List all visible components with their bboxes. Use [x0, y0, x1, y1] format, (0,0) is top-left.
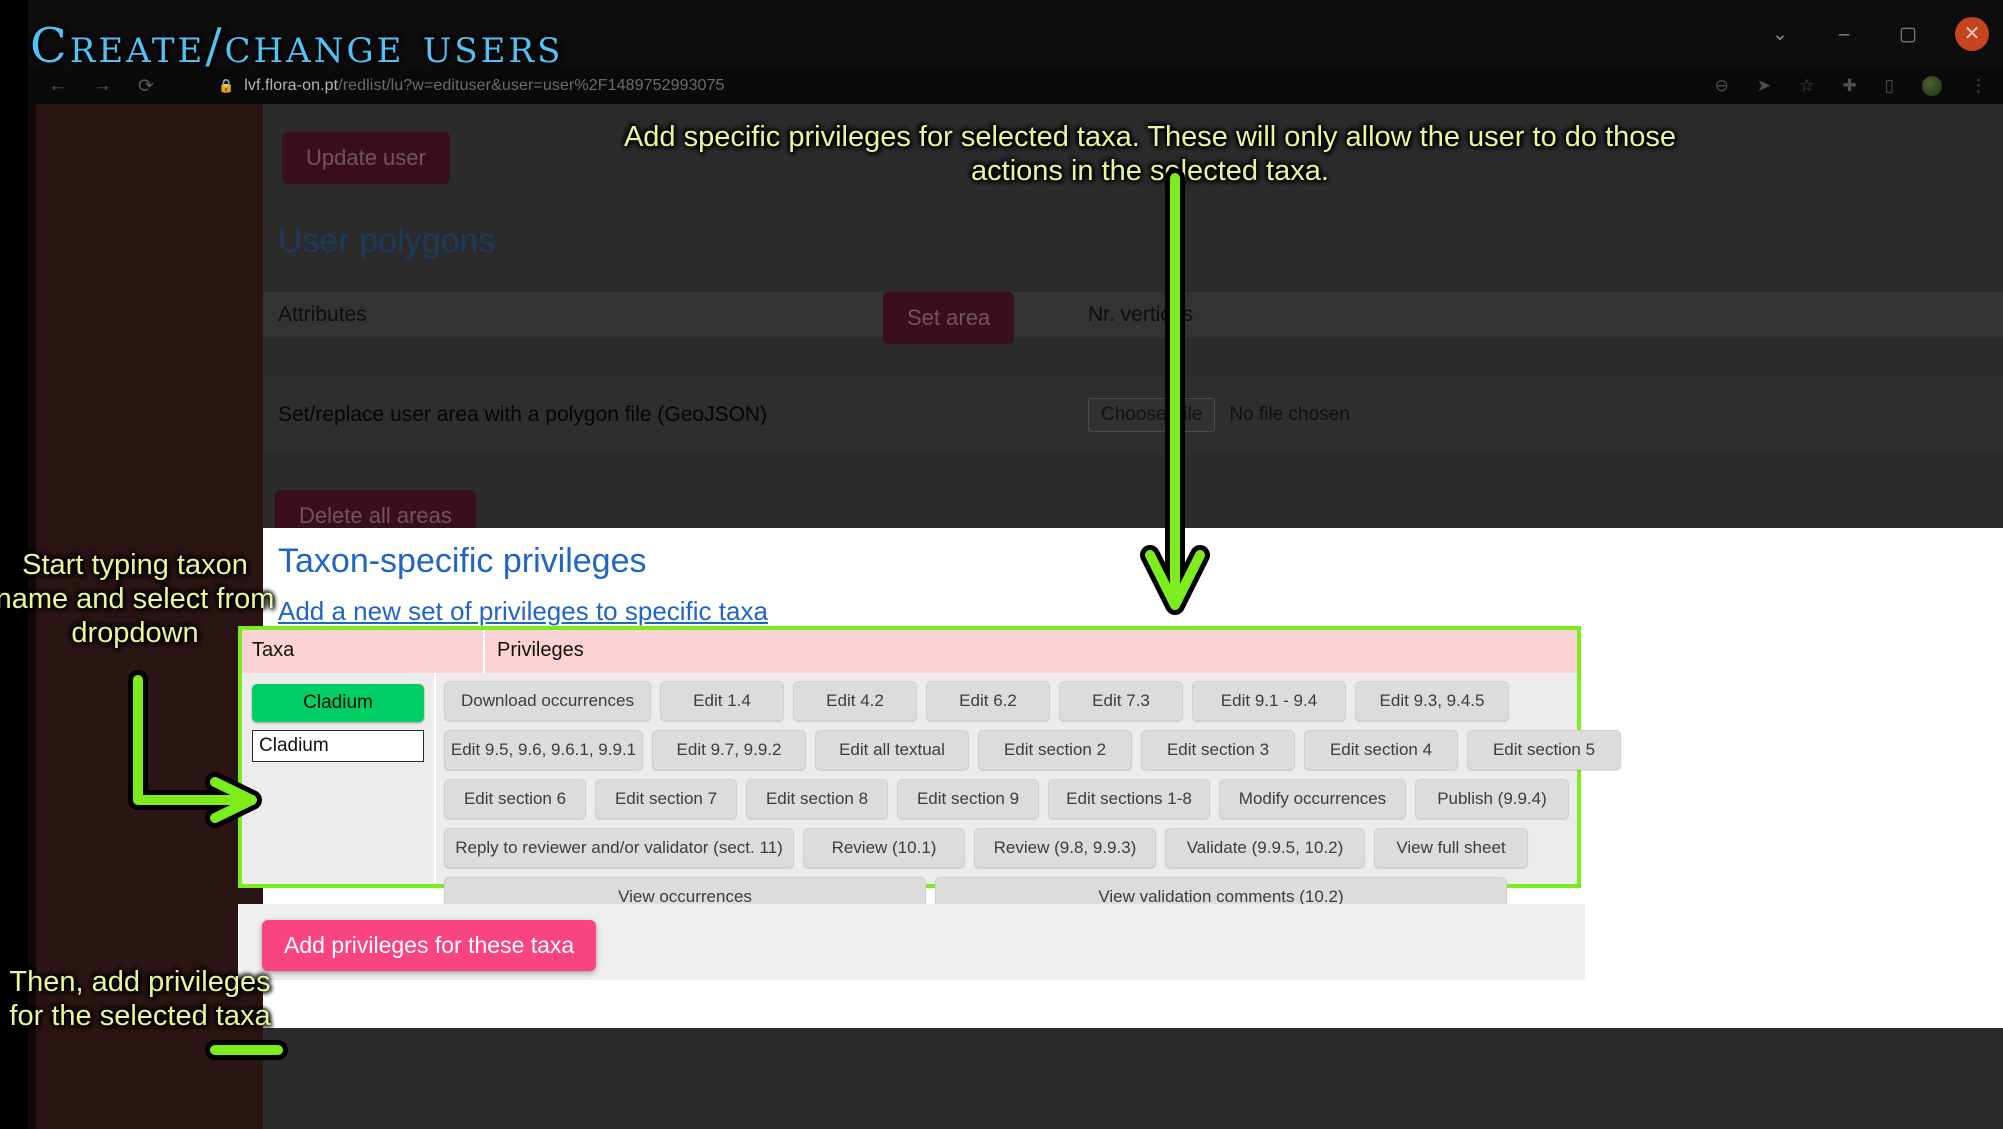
- privilege-button[interactable]: Edit section 8: [746, 779, 888, 819]
- privilege-button[interactable]: Publish (9.9.4): [1415, 779, 1569, 819]
- update-user-button[interactable]: Update user: [282, 132, 450, 184]
- url-host: lvf.flora-on.pt: [244, 77, 339, 94]
- privileges-card: Taxa Privileges Cladium Download occurre…: [238, 626, 1621, 917]
- page-viewport: Update user User polygons Attributes Nr.…: [28, 104, 2003, 1129]
- privilege-button[interactable]: Validate (9.9.5, 10.2): [1165, 828, 1365, 868]
- privilege-button[interactable]: Edit 1.4: [660, 681, 784, 721]
- privileges-column: Download occurrences Edit 1.4 Edit 4.2 Edit…: [436, 673, 1629, 917]
- privilege-button[interactable]: View full sheet: [1374, 828, 1528, 868]
- menu-icon[interactable]: ⋮: [1970, 76, 1987, 96]
- page-left-edge: [28, 104, 36, 1129]
- taxon-search-input[interactable]: [252, 730, 424, 762]
- privilege-button[interactable]: Review (10.1): [803, 828, 965, 868]
- toolbar-right-icons: ⊖ ➤ ☆ ✚ ▯ ⋮: [1715, 68, 1987, 104]
- privilege-button[interactable]: Edit section 7: [595, 779, 737, 819]
- page-left-rail: [28, 104, 263, 1129]
- lock-icon: 🔒: [218, 78, 235, 93]
- privilege-button[interactable]: Reply to reviewer and/or validator (sect…: [444, 828, 794, 868]
- add-privilege-set-link[interactable]: Add a new set of privileges to specific …: [278, 596, 768, 627]
- user-polygons-table: Attributes Nr. vertices Set/replace user…: [263, 292, 2003, 454]
- privilege-button[interactable]: Edit all textual: [815, 730, 969, 770]
- privilege-button[interactable]: Edit 7.3: [1059, 681, 1183, 721]
- minimize-button[interactable]: –: [1827, 17, 1861, 51]
- privilege-button[interactable]: Edit section 9: [897, 779, 1039, 819]
- add-privileges-bar: Add privileges for these taxa: [238, 904, 1585, 980]
- page-content: Update user User polygons Attributes Nr.…: [238, 104, 2003, 1129]
- maximize-button[interactable]: ▢: [1891, 17, 1925, 51]
- privileges-body: Cladium Download occurrencesEdit 1.4Edit…: [242, 673, 1621, 917]
- privilege-button[interactable]: Edit 9.1 - 9.4: [1192, 681, 1346, 721]
- taxon-privileges-section: Taxon-specific privileges Add a new set …: [238, 528, 2003, 1028]
- browser-toolbar: ← → ⟳ 🔒 lvf.flora-on.pt/redlist/lu?w=edi…: [28, 68, 2003, 104]
- privilege-button[interactable]: Edit 9.3, 9.4.5: [1355, 681, 1509, 721]
- forward-icon[interactable]: →: [93, 75, 112, 97]
- privilege-row: Download occurrences Edit 1.4 Edit 4.2 Edit…: [444, 681, 1621, 721]
- close-button[interactable]: ✕: [1955, 17, 1989, 51]
- reload-icon[interactable]: ⟳: [138, 75, 154, 98]
- send-icon[interactable]: ➤: [1757, 76, 1771, 96]
- privilege-button[interactable]: Edit section 3: [1141, 730, 1295, 770]
- url-path: /redlist/lu?w=edituser&user=user%2F14897…: [338, 77, 725, 94]
- table-row: Set/replace user area with a polygon fil…: [263, 292, 2003, 454]
- privilege-button[interactable]: Edit section 5: [1467, 730, 1621, 770]
- privilege-button[interactable]: Modify occurrences: [1219, 779, 1406, 819]
- privilege-button[interactable]: Review (9.8, 9.9.3): [974, 828, 1156, 868]
- file-input-cell: Choose File No file chosen Set area: [883, 292, 1350, 432]
- privileges-header-row: Taxa Privileges: [242, 630, 1577, 673]
- privilege-button[interactable]: Edit section 2: [978, 730, 1132, 770]
- taxon-chip-cladium[interactable]: Cladium: [252, 684, 424, 722]
- privilege-row: Edit 9.5, 9.6, 9.6.1, 9.9.1 Edit 9.7, 9.9…: [444, 730, 1621, 770]
- back-icon[interactable]: ←: [48, 75, 67, 97]
- privilege-button[interactable]: Edit 6.2: [926, 681, 1050, 721]
- column-header-privileges: Privileges: [497, 639, 584, 661]
- choose-file-button[interactable]: Choose File: [1088, 398, 1216, 432]
- taxa-column: Cladium: [242, 673, 436, 884]
- privilege-row: Edit section 6 Edit section 7 Edit section…: [444, 779, 1621, 819]
- attribute-label: Set/replace user area with a polygon fil…: [278, 403, 768, 426]
- file-status-label: No file chosen: [1229, 404, 1350, 425]
- taxon-privileges-heading: Taxon-specific privileges: [278, 542, 647, 580]
- column-header-nr-vertices: Nr. vertices: [1088, 303, 1194, 326]
- url-text: lvf.flora-on.pt/redlist/lu?w=edituser&us…: [244, 77, 724, 95]
- privilege-button[interactable]: Edit 9.7, 9.9.2: [652, 730, 806, 770]
- privilege-row: Reply to reviewer and/or validator (sect…: [444, 828, 1621, 868]
- browser-titlebar: ⌄ – ▢ ✕: [28, 0, 2003, 68]
- browser-window: ⌄ – ▢ ✕ ← → ⟳ 🔒 lvf.flora-on.pt/redlist/…: [0, 0, 2003, 1129]
- set-area-button[interactable]: Set area: [883, 292, 1015, 344]
- privilege-button[interactable]: Edit 9.5, 9.6, 9.6.1, 9.9.1: [444, 730, 643, 770]
- privilege-button[interactable]: Download occurrences: [444, 681, 651, 721]
- window-controls: ⌄ – ▢ ✕: [1763, 0, 1989, 68]
- privilege-button[interactable]: Edit section 4: [1304, 730, 1458, 770]
- navigation-icons: ← → ⟳: [48, 68, 154, 104]
- sidepanel-icon[interactable]: ▯: [1885, 76, 1894, 96]
- address-bar[interactable]: 🔒 lvf.flora-on.pt/redlist/lu?w=edituser&…: [218, 68, 725, 104]
- column-header-taxa: Taxa: [242, 630, 485, 673]
- add-privileges-button[interactable]: Add privileges for these taxa: [262, 920, 597, 971]
- star-icon[interactable]: ☆: [1799, 76, 1814, 96]
- privilege-button[interactable]: Edit sections 1-8: [1048, 779, 1210, 819]
- zoom-out-icon[interactable]: ⊖: [1715, 76, 1729, 96]
- privilege-button[interactable]: Edit section 6: [444, 779, 586, 819]
- profile-avatar[interactable]: [1922, 76, 1942, 96]
- chevron-down-icon[interactable]: ⌄: [1763, 17, 1797, 51]
- privilege-button[interactable]: Edit 4.2: [793, 681, 917, 721]
- user-polygons-heading: User polygons: [278, 222, 496, 260]
- table-header-row: Attributes Nr. vertices: [263, 292, 2003, 338]
- extensions-icon[interactable]: ✚: [1842, 76, 1856, 96]
